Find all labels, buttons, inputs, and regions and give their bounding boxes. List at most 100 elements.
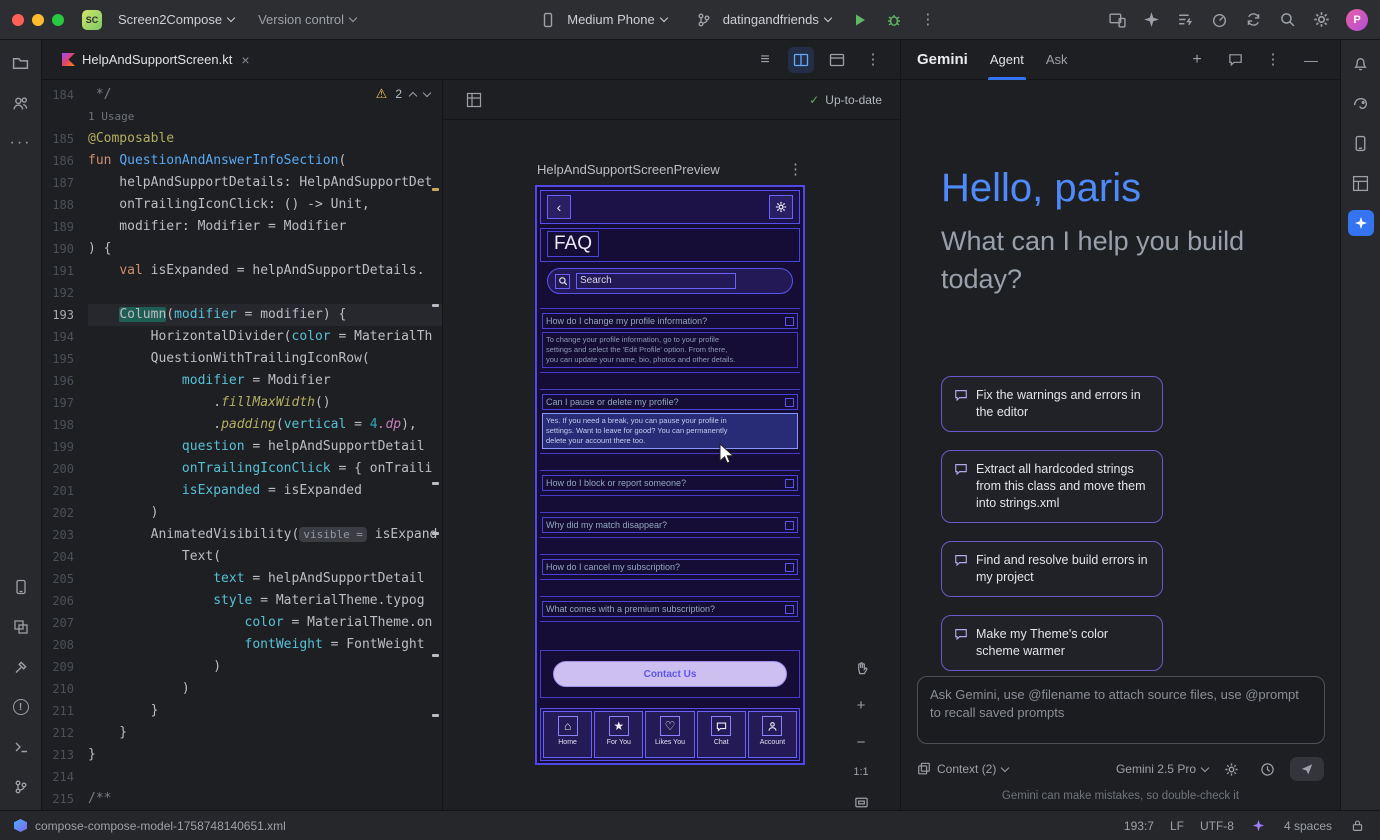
user-avatar[interactable]: P (1346, 9, 1368, 31)
run-configurations-icon[interactable] (1172, 7, 1198, 33)
expand-icon[interactable] (785, 479, 794, 488)
build-icon[interactable] (8, 654, 34, 680)
gemini-toolwindow-icon[interactable] (1348, 210, 1374, 236)
project-selector[interactable]: Screen2Compose (110, 8, 242, 31)
run-button[interactable] (847, 7, 873, 33)
context-selector[interactable]: Context (2) (917, 762, 1008, 776)
code-line[interactable]: style = MaterialTheme.typog (88, 590, 442, 612)
nav-item-chat[interactable]: Chat (697, 711, 746, 758)
version-control-tool-icon[interactable] (8, 774, 34, 800)
vcs-widget[interactable]: Version control (250, 8, 364, 31)
nav-item-person[interactable]: Account (748, 711, 797, 758)
device-selector[interactable]: Medium Phone (527, 3, 674, 37)
debug-button[interactable] (881, 7, 907, 33)
code-line[interactable]: fontWeight = FontWeight (88, 634, 442, 656)
zoom-in-icon[interactable]: + (848, 692, 874, 718)
code-line[interactable]: } (88, 744, 442, 766)
notifications-icon[interactable] (1348, 50, 1374, 76)
expand-icon[interactable] (785, 563, 794, 572)
contact-us-button[interactable]: Contact Us (553, 661, 787, 687)
more-run-actions-button[interactable]: ⋮ (915, 7, 941, 33)
prev-warning-icon[interactable] (409, 91, 417, 99)
problems-icon[interactable]: ! (8, 694, 34, 720)
layout-inspector-icon[interactable] (1348, 170, 1374, 196)
code-line[interactable]: .fillMaxWidth() (88, 392, 442, 414)
hide-panel-icon[interactable]: — (1298, 47, 1324, 73)
encoding-widget[interactable]: UTF-8 (1200, 819, 1234, 833)
preview-menu-icon[interactable]: ⋮ (788, 162, 803, 177)
device-streaming-icon[interactable] (1104, 7, 1130, 33)
suggestion-card[interactable]: Extract all hardcoded strings from this … (941, 450, 1163, 523)
code-line[interactable]: modifier: Modifier = Modifier (88, 216, 442, 238)
code-line[interactable]: /** (88, 788, 442, 810)
code-line[interactable]: @Composable (88, 128, 442, 150)
expand-icon[interactable] (785, 317, 794, 326)
tab-helpandsupportscreen[interactable]: HelpAndSupportScreen.kt × (56, 40, 256, 80)
code-line[interactable]: ) (88, 502, 442, 524)
preview-canvas[interactable]: HelpAndSupportScreenPreview ⋮ ‹ FAQ (443, 120, 900, 810)
faq-question[interactable]: How do I change my profile information? (542, 313, 798, 329)
phone-search-bar[interactable]: Search (547, 268, 793, 294)
nav-item-star[interactable]: ★For You (594, 711, 643, 758)
model-selector[interactable]: Gemini 2.5 Pro (1116, 762, 1208, 776)
code-line[interactable]: onTrailingIconClick = { onTraili (88, 458, 442, 480)
editor-options-icon[interactable]: ⋮ (860, 47, 886, 73)
status-file[interactable]: compose-compose-model-1758748140651.xml (14, 819, 286, 833)
faq-question[interactable]: How do I cancel my subscription? (542, 559, 798, 575)
tab-ask[interactable]: Ask (1046, 40, 1068, 80)
resource-manager-icon[interactable] (8, 614, 34, 640)
send-button[interactable] (1290, 757, 1324, 781)
preview-mode-icon[interactable] (824, 47, 850, 73)
gemini-prompt-input[interactable] (917, 676, 1325, 744)
zoom-out-icon[interactable]: − (848, 729, 874, 755)
structure-view-icon[interactable]: ≡ (752, 47, 778, 73)
expand-icon[interactable] (785, 398, 794, 407)
new-chat-icon[interactable]: + (1184, 47, 1210, 73)
commit-tool-icon[interactable] (8, 90, 34, 116)
settings-icon[interactable] (1308, 7, 1334, 33)
more-toolwindows-icon[interactable]: ··· (8, 130, 34, 156)
lock-icon[interactable] (1348, 817, 1366, 835)
code-line[interactable]: onTrailingIconClick: () -> Unit, (88, 194, 442, 216)
profiler-icon[interactable] (1206, 7, 1232, 33)
project-tool-icon[interactable] (8, 50, 34, 76)
gemini-assist-icon[interactable] (1138, 7, 1164, 33)
minimize-window-button[interactable] (32, 14, 44, 26)
code-line[interactable]: ) { (88, 238, 442, 260)
tab-agent[interactable]: Agent (990, 40, 1024, 80)
code-line[interactable]: question = helpAndSupportDetail (88, 436, 442, 458)
code-line[interactable]: helpAndSupportDetails: HelpAndSupportDet (88, 172, 442, 194)
close-window-button[interactable] (12, 14, 24, 26)
prompt-history-icon[interactable] (1254, 756, 1280, 782)
code-line[interactable] (88, 282, 442, 304)
code-line[interactable]: ) (88, 656, 442, 678)
fullscreen-window-button[interactable] (52, 14, 64, 26)
code-line[interactable]: HorizontalDivider(color = MaterialTh (88, 326, 442, 348)
ai-status-icon[interactable] (1250, 817, 1268, 835)
caret-position-widget[interactable]: 193:7 (1124, 819, 1154, 833)
code-line[interactable]: isExpanded = isExpanded (88, 480, 442, 502)
branch-selector[interactable]: datingandfriends (683, 3, 839, 37)
sync-project-icon[interactable] (1240, 7, 1266, 33)
code-line[interactable]: ) (88, 678, 442, 700)
nav-item-heart[interactable]: ♡Likes You (645, 711, 694, 758)
close-tab-icon[interactable]: × (241, 52, 249, 68)
chat-history-icon[interactable] (1222, 47, 1248, 73)
device-explorer-icon[interactable] (8, 574, 34, 600)
faq-question[interactable]: How do I block or report someone? (542, 475, 798, 491)
expand-icon[interactable] (785, 521, 794, 530)
zoom-to-fit-icon[interactable] (848, 789, 874, 815)
indent-widget[interactable]: 4 spaces (1284, 819, 1332, 833)
code-line[interactable]: color = MaterialTheme.on (88, 612, 442, 634)
settings-gear-button[interactable] (769, 195, 793, 219)
split-editor-icon[interactable] (788, 47, 814, 73)
faq-question[interactable]: Can I pause or delete my profile? (542, 394, 798, 410)
pan-hand-icon[interactable] (848, 655, 874, 681)
code-line[interactable]: .padding(vertical = 4.dp), (88, 414, 442, 436)
faq-question[interactable]: What comes with a premium subscription? (542, 601, 798, 617)
gemini-options-icon[interactable]: ⋮ (1260, 47, 1286, 73)
code-line[interactable]: text = helpAndSupportDetail (88, 568, 442, 590)
next-warning-icon[interactable] (423, 88, 431, 96)
editor-code[interactable]: */1 Usage@Composablefun QuestionAndAnswe… (88, 84, 442, 810)
code-line[interactable]: val isExpanded = helpAndSupportDetails. (88, 260, 442, 282)
